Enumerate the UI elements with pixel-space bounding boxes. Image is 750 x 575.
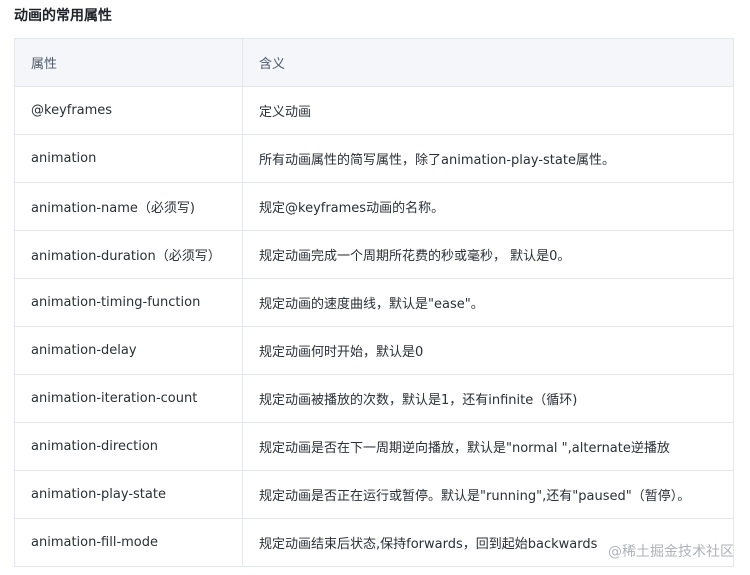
property-cell: @keyframes <box>14 86 243 135</box>
meaning-cell: 规定动画的速度曲线，默认是"ease"。 <box>242 278 734 327</box>
table-row: animation-direction 规定动画是否在下一周期逆向播放，默认是"… <box>14 422 734 471</box>
meaning-cell: 规定@keyframes动画的名称。 <box>242 182 734 231</box>
meaning-cell: 规定动画是否在下一周期逆向播放，默认是"normal ",alternate逆播… <box>242 422 734 471</box>
table-row: animation-iteration-count 规定动画被播放的次数，默认是… <box>14 374 734 423</box>
property-cell: animation-direction <box>14 422 243 471</box>
table-row: animation-name（必须写) 规定@keyframes动画的名称。 <box>14 182 734 231</box>
meaning-cell: 所有动画属性的简写属性，除了animation-play-state属性。 <box>242 134 734 183</box>
table-row: animation 所有动画属性的简写属性，除了animation-play-s… <box>14 134 734 183</box>
property-cell: animation-play-state <box>14 470 243 519</box>
meaning-cell: 规定动画完成一个周期所花费的秒或毫秒， 默认是0。 <box>242 230 734 279</box>
table-row: animation-timing-function 规定动画的速度曲线，默认是"… <box>14 278 734 327</box>
property-cell: animation-delay <box>14 326 243 375</box>
page-title: 动画的常用属性 <box>14 8 112 24</box>
property-cell: animation-iteration-count <box>14 374 243 423</box>
table-row: animation-delay 规定动画何时开始，默认是0 <box>14 326 734 375</box>
meaning-cell: 规定动画被播放的次数，默认是1，还有infinite（循环) <box>242 374 734 423</box>
header-property: 属性 <box>14 38 243 87</box>
table-header-row: 属性 含义 <box>14 38 734 87</box>
table-row: @keyframes 定义动画 <box>14 86 734 135</box>
property-cell: animation <box>14 134 243 183</box>
property-cell: animation-timing-function <box>14 278 243 327</box>
property-cell: animation-name（必须写) <box>14 182 243 231</box>
table-row: animation-duration（必须写） 规定动画完成一个周期所花费的秒或… <box>14 230 734 279</box>
meaning-cell: 规定动画是否正在运行或暂停。默认是"running",还有"paused"（暂停… <box>242 470 734 519</box>
table-row: animation-play-state 规定动画是否正在运行或暂停。默认是"r… <box>14 470 734 519</box>
watermark: @稀土掘金技术社区 <box>608 544 734 560</box>
property-cell: animation-fill-mode <box>14 518 243 567</box>
header-meaning: 含义 <box>242 38 734 87</box>
meaning-cell: 定义动画 <box>242 86 734 135</box>
properties-table: 属性 含义 @keyframes 定义动画 animation 所有动画属性的简… <box>14 38 734 567</box>
properties-table-container: 属性 含义 @keyframes 定义动画 animation 所有动画属性的简… <box>14 38 734 567</box>
property-cell: animation-duration（必须写） <box>14 230 243 279</box>
meaning-cell: 规定动画何时开始，默认是0 <box>242 326 734 375</box>
